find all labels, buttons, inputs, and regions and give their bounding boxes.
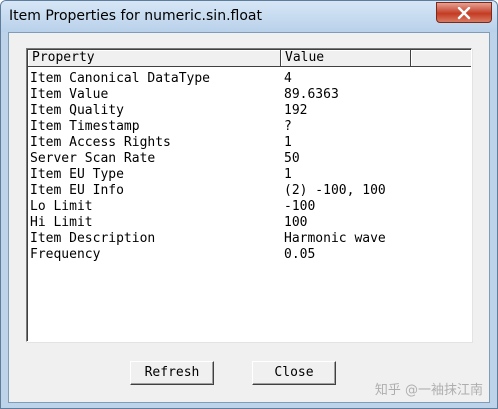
property-cell: Hi Limit <box>30 215 93 230</box>
property-cell: Item Description <box>30 231 156 246</box>
property-cell: Item Value <box>30 87 109 102</box>
value-cell: ? <box>284 119 292 134</box>
column-header-filler <box>411 50 471 67</box>
close-icon <box>457 7 471 20</box>
table-row[interactable]: Hi Limit 100 <box>29 215 469 231</box>
column-header-value[interactable]: Value <box>281 50 411 67</box>
table-row[interactable]: Item Timestamp? <box>29 119 469 135</box>
value-cell: 192 <box>284 103 308 118</box>
property-cell: Item Access Rights <box>30 135 171 150</box>
property-cell: Item Timestamp <box>30 119 140 134</box>
value-cell: 4 <box>284 71 292 86</box>
table-row[interactable]: Item Value 89.6363 <box>29 87 469 103</box>
dialog-window: Item Properties for numeric.sin.float Pr… <box>0 0 498 409</box>
table-row[interactable]: Item EU Type 1 <box>29 167 469 183</box>
refresh-button[interactable]: Refresh <box>130 361 214 385</box>
property-cell: Frequency <box>30 247 101 262</box>
value-cell: 1 <box>284 135 292 150</box>
watermark: 知乎 @一袖抹江南 <box>374 383 483 398</box>
table-row[interactable]: Server Scan Rate 50 <box>29 151 469 167</box>
list-header: Property Value <box>28 50 471 67</box>
property-cell: Item Quality <box>30 103 124 118</box>
value-cell: -100 <box>284 199 316 214</box>
window-title: Item Properties for numeric.sin.float <box>9 8 262 24</box>
list-rows: Item Canonical DataType 4 Item Value 89.636… <box>29 71 469 263</box>
value-cell: Harmonic wave <box>284 231 386 246</box>
close-button[interactable]: Close <box>252 361 336 385</box>
table-row[interactable]: Lo Limit -100 <box>29 199 469 215</box>
value-cell: 1 <box>284 167 292 182</box>
value-cell: 0.05 <box>284 247 316 262</box>
property-cell: Server Scan Rate <box>30 151 156 166</box>
title-bar[interactable]: Item Properties for numeric.sin.float <box>1 1 497 32</box>
property-cell: Item EU Info <box>30 183 124 198</box>
column-header-property[interactable]: Property <box>28 50 281 67</box>
table-row[interactable]: Item Canonical DataType 4 <box>29 71 469 87</box>
value-cell: (2) -100, 100 <box>284 183 386 198</box>
window-close-button[interactable] <box>436 2 492 23</box>
property-cell: Item EU Type <box>30 167 124 182</box>
table-row[interactable]: Frequency 0.05 <box>29 247 469 263</box>
property-cell: Lo Limit <box>30 199 93 214</box>
table-row[interactable]: Item Description Harmonic wave <box>29 231 469 247</box>
table-row[interactable]: Item Quality 192 <box>29 103 469 119</box>
dialog-client-area: Property Value Item Canonical DataType 4 I… <box>8 32 490 403</box>
value-cell: 100 <box>284 215 308 230</box>
table-row[interactable]: Item EU Info (2) -100, 100 <box>29 183 469 199</box>
value-cell: 89.6363 <box>284 87 339 102</box>
properties-list[interactable]: Property Value Item Canonical DataType 4 I… <box>26 48 472 342</box>
table-row[interactable]: Item Access Rights 1 <box>29 135 469 151</box>
property-cell: Item Canonical DataType <box>30 71 211 86</box>
value-cell: 50 <box>284 151 300 166</box>
